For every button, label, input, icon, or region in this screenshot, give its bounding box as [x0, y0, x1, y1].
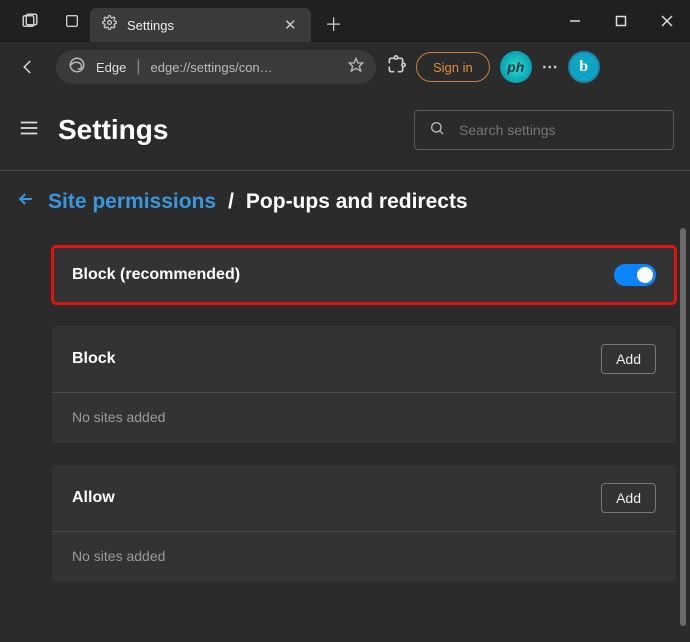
sign-in-label: Sign in [433, 60, 473, 75]
allow-add-button[interactable]: Add [601, 483, 656, 513]
product-label: Edge [96, 60, 126, 75]
minimize-button[interactable] [552, 0, 598, 42]
settings-content: Block (recommended) Block Add No sites a… [0, 214, 690, 582]
url-separator: | [136, 58, 140, 76]
allow-empty-text: No sites added [72, 532, 656, 564]
search-input[interactable] [459, 122, 659, 138]
url-field[interactable]: Edge | edge://settings/con… [56, 50, 376, 84]
new-tab-button[interactable]: ＋ [325, 11, 343, 37]
block-toggle-card: Block (recommended) [52, 246, 676, 304]
edge-logo-icon [68, 56, 86, 79]
scrollbar[interactable] [680, 228, 686, 626]
block-empty-text: No sites added [72, 393, 656, 425]
search-settings-box[interactable] [414, 110, 674, 150]
block-toggle-switch[interactable] [614, 264, 656, 286]
workspaces-icon[interactable] [58, 7, 86, 35]
browser-tab[interactable]: Settings ✕ [90, 8, 311, 42]
close-window-button[interactable] [644, 0, 690, 42]
allow-list-card: Allow Add No sites added [52, 465, 676, 582]
tab-actions-icon[interactable] [16, 7, 44, 35]
settings-header: Settings [0, 92, 690, 166]
breadcrumb-current: Pop-ups and redirects [246, 190, 468, 214]
sign-in-button[interactable]: Sign in [416, 52, 490, 82]
tab-title: Settings [127, 18, 174, 33]
toggle-knob [637, 267, 653, 283]
search-icon [429, 120, 445, 141]
nav-back-button[interactable] [10, 49, 46, 85]
favorite-icon[interactable] [348, 57, 364, 78]
breadcrumb: Site permissions / Pop-ups and redirects [0, 171, 690, 214]
address-bar: Edge | edge://settings/con… Sign in ph ⋯… [0, 42, 690, 92]
breadcrumb-parent-link[interactable]: Site permissions [48, 190, 216, 214]
more-menu-icon[interactable]: ⋯ [542, 57, 558, 77]
add-label: Add [616, 490, 641, 506]
bing-chat-icon[interactable]: b [568, 51, 600, 83]
block-list-card: Block Add No sites added [52, 326, 676, 443]
window-titlebar: Settings ✕ ＋ [0, 0, 690, 42]
maximize-button[interactable] [598, 0, 644, 42]
page-title: Settings [58, 114, 168, 146]
window-controls [552, 0, 690, 42]
profile-avatar[interactable]: ph [500, 51, 532, 83]
close-tab-icon[interactable]: ✕ [284, 16, 297, 34]
block-add-button[interactable]: Add [601, 344, 656, 374]
breadcrumb-separator: / [228, 190, 234, 214]
block-section-title: Block [72, 350, 116, 368]
extensions-icon[interactable] [386, 55, 406, 80]
hamburger-icon[interactable] [18, 117, 40, 144]
add-label: Add [616, 351, 641, 367]
block-toggle-label: Block (recommended) [72, 266, 240, 284]
gear-icon [102, 15, 117, 35]
breadcrumb-back-icon[interactable] [16, 189, 36, 214]
url-text: edge://settings/con… [151, 60, 338, 75]
allow-section-title: Allow [72, 489, 115, 507]
